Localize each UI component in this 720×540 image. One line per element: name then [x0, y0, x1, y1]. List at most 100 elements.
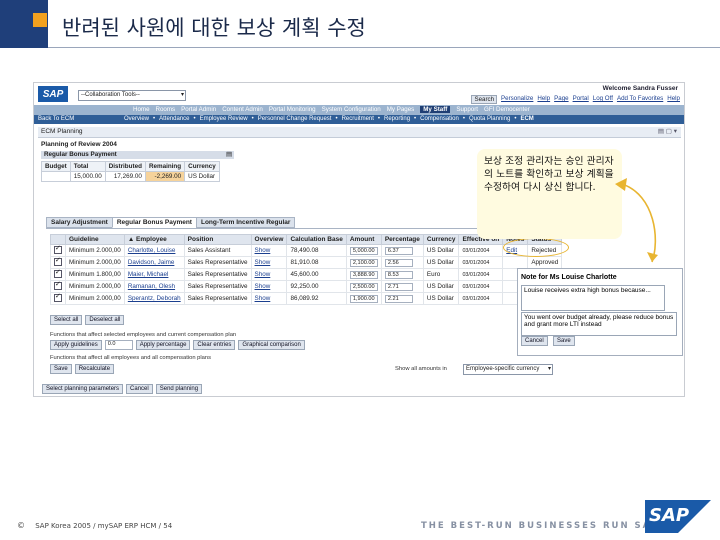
subnav-attendance[interactable]: Attendance	[159, 116, 189, 122]
subnav-pcr[interactable]: Personnel Change Request	[258, 116, 332, 122]
tab-regular-bonus[interactable]: Regular Bonus Payment	[111, 217, 197, 228]
nav-rooms[interactable]: Rooms	[156, 106, 176, 113]
nav-support[interactable]: Support	[456, 106, 478, 113]
nav-content-admin[interactable]: Content Admin	[222, 106, 263, 113]
percentage-input[interactable]: 6.37	[384, 246, 413, 255]
save-button[interactable]: Save	[50, 364, 72, 374]
employee-link[interactable]: Ramanan, Olesh	[128, 283, 175, 290]
subnav-quota-planning[interactable]: Quota Planning	[469, 116, 510, 122]
subnav-recruitment[interactable]: Recruitment	[342, 116, 374, 122]
existing-note-textarea[interactable]: Louise receives extra high bonus because…	[521, 285, 665, 311]
deselect-all-button[interactable]: Deselect all	[85, 315, 125, 325]
graphical-comparison-button[interactable]: Graphical comparison	[238, 340, 305, 350]
overview-show-link[interactable]: Show	[255, 259, 271, 266]
apply-percentage-button[interactable]: Apply percentage	[135, 340, 191, 350]
col-guideline: Guideline	[65, 234, 125, 245]
back-to-ecm-link[interactable]: Back To ECM	[38, 116, 74, 122]
panel-controls-icon[interactable]: ▤ ▢ ▾	[658, 127, 677, 137]
nav-my-staff[interactable]: My Staff	[420, 106, 451, 113]
row-checkbox[interactable]	[54, 244, 62, 254]
nav-gfi-democenter[interactable]: GFI Democenter	[484, 106, 530, 113]
amount-input[interactable]: 2,500.00	[349, 282, 378, 291]
row-checkbox[interactable]	[54, 256, 62, 266]
send-planning-button[interactable]: Send planning	[155, 384, 203, 394]
planning-buttons: Select planning parameters Cancel Send p…	[42, 384, 203, 394]
budget-remaining: -2,269.00	[144, 171, 186, 182]
nav-system-config[interactable]: System Configuration	[322, 106, 381, 113]
nav-portal-admin[interactable]: Portal Admin	[181, 106, 216, 113]
percentage-input[interactable]: 8.53	[384, 270, 413, 279]
subnav-ecm[interactable]: ECM	[520, 116, 533, 122]
percentage-input[interactable]: 2.71	[384, 282, 413, 291]
note-popup: Note for Ms Louise Charlotte Louise rece…	[517, 268, 683, 356]
row-checkbox[interactable]	[54, 292, 62, 302]
portal-header: SAP --Collaboration Tools-- Welcome Sand…	[34, 83, 684, 105]
nav-my-pages[interactable]: My Pages	[387, 106, 415, 113]
amount-input[interactable]: 3,888.90	[349, 270, 378, 279]
amount-input[interactable]: 2,100.00	[349, 258, 378, 267]
employee-link[interactable]: Maier, Michael	[128, 271, 169, 278]
employee-link[interactable]: Charlotte, Louise	[128, 247, 176, 254]
footer: © SAP Korea 2005 / mySAP ERP HCM / 54	[17, 521, 172, 530]
subnav-overview[interactable]: Overview	[124, 116, 149, 122]
percentage-input[interactable]: 2.21	[384, 294, 413, 303]
top-link-favorites[interactable]: Add To Favorites	[617, 95, 663, 104]
overview-show-link[interactable]: Show	[255, 283, 271, 290]
cancel-button[interactable]: Cancel	[126, 384, 153, 394]
effective-cell: 03/01/2004	[458, 292, 504, 305]
search-button[interactable]: Search	[471, 95, 498, 104]
top-link-personalize[interactable]: Personalize	[501, 95, 533, 104]
recalculate-button[interactable]: Recalculate	[74, 364, 115, 374]
position-cell: Sales Representative	[183, 268, 252, 281]
employee-link[interactable]: Sperantz, Deborah	[128, 295, 181, 302]
ecm-panel-title: ECM Planning ▤ ▢ ▾	[38, 127, 681, 138]
tab-salary-adjustment[interactable]: Salary Adjustment	[46, 217, 113, 228]
all-functions-label: Functions that affect all employees and …	[50, 355, 212, 361]
budget-total: 15,000.00	[69, 171, 106, 182]
top-link-help-2[interactable]: Help	[667, 95, 680, 104]
subnav-employee-review[interactable]: Employee Review	[200, 116, 248, 122]
plan-tabs: Salary Adjustment Regular Bonus Payment …	[46, 217, 296, 228]
top-link-portal[interactable]: Portal	[573, 95, 589, 104]
col-overview: Overview	[250, 234, 288, 245]
overview-show-link[interactable]: Show	[255, 271, 271, 278]
section-header: Regular Bonus Payment ▤	[41, 151, 234, 159]
collapse-icon[interactable]: ▤	[226, 151, 232, 159]
employee-link[interactable]: Davidson, Jaime	[128, 259, 175, 266]
budget-cell	[41, 171, 71, 182]
table-row: Minimum 2.000,00 Sperantz, Deborah Sales…	[50, 292, 563, 305]
select-all-button[interactable]: Select all	[50, 315, 83, 325]
employee-table: Guideline ▲ Employee Position Overview C…	[50, 234, 563, 305]
percentage-input[interactable]: 2.56	[384, 258, 413, 267]
guideline-value-input[interactable]: 0.0	[104, 340, 133, 350]
select-planning-params-button[interactable]: Select planning parameters	[42, 384, 124, 394]
subnav-compensation[interactable]: Compensation	[420, 116, 459, 122]
show-amounts-label: Show all amounts in	[395, 366, 447, 372]
top-link-logoff[interactable]: Log Off	[593, 95, 613, 104]
col-position: Position	[183, 234, 252, 245]
currency-select[interactable]: Employee-specific currency	[463, 364, 553, 375]
tab-long-term-incentive[interactable]: Long-Term Incentive Regular	[195, 217, 296, 228]
row-checkbox[interactable]	[54, 280, 62, 290]
overview-show-link[interactable]: Show	[255, 295, 271, 302]
budget-distributed: 17,269.00	[104, 171, 146, 182]
role-select[interactable]: --Collaboration Tools--	[78, 90, 186, 101]
nav-home[interactable]: Home	[133, 106, 150, 113]
calculation-base-cell: 81,910.08	[286, 256, 347, 269]
budget-col-header: Currency	[184, 161, 220, 172]
note-save-button[interactable]: Save	[553, 336, 575, 346]
apply-guidelines-button[interactable]: Apply guidelines	[50, 340, 102, 350]
amount-input[interactable]: 5,000.00	[349, 246, 378, 255]
nav-portal-monitoring[interactable]: Portal Monitoring	[269, 106, 316, 113]
col-amount: Amount	[345, 234, 382, 245]
amount-input[interactable]: 1,900.00	[349, 294, 378, 303]
row-checkbox[interactable]	[54, 268, 62, 278]
reply-note-textarea[interactable]: You went over budget already, please red…	[521, 312, 677, 336]
col-employee[interactable]: ▲ Employee	[123, 234, 185, 245]
overview-show-link[interactable]: Show	[255, 247, 271, 254]
top-link-help[interactable]: Help	[537, 95, 550, 104]
clear-entries-button[interactable]: Clear entries	[193, 340, 236, 350]
top-link-page[interactable]: Page	[554, 95, 568, 104]
note-cancel-button[interactable]: Cancel	[521, 336, 548, 346]
subnav-reporting[interactable]: Reporting	[384, 116, 410, 122]
